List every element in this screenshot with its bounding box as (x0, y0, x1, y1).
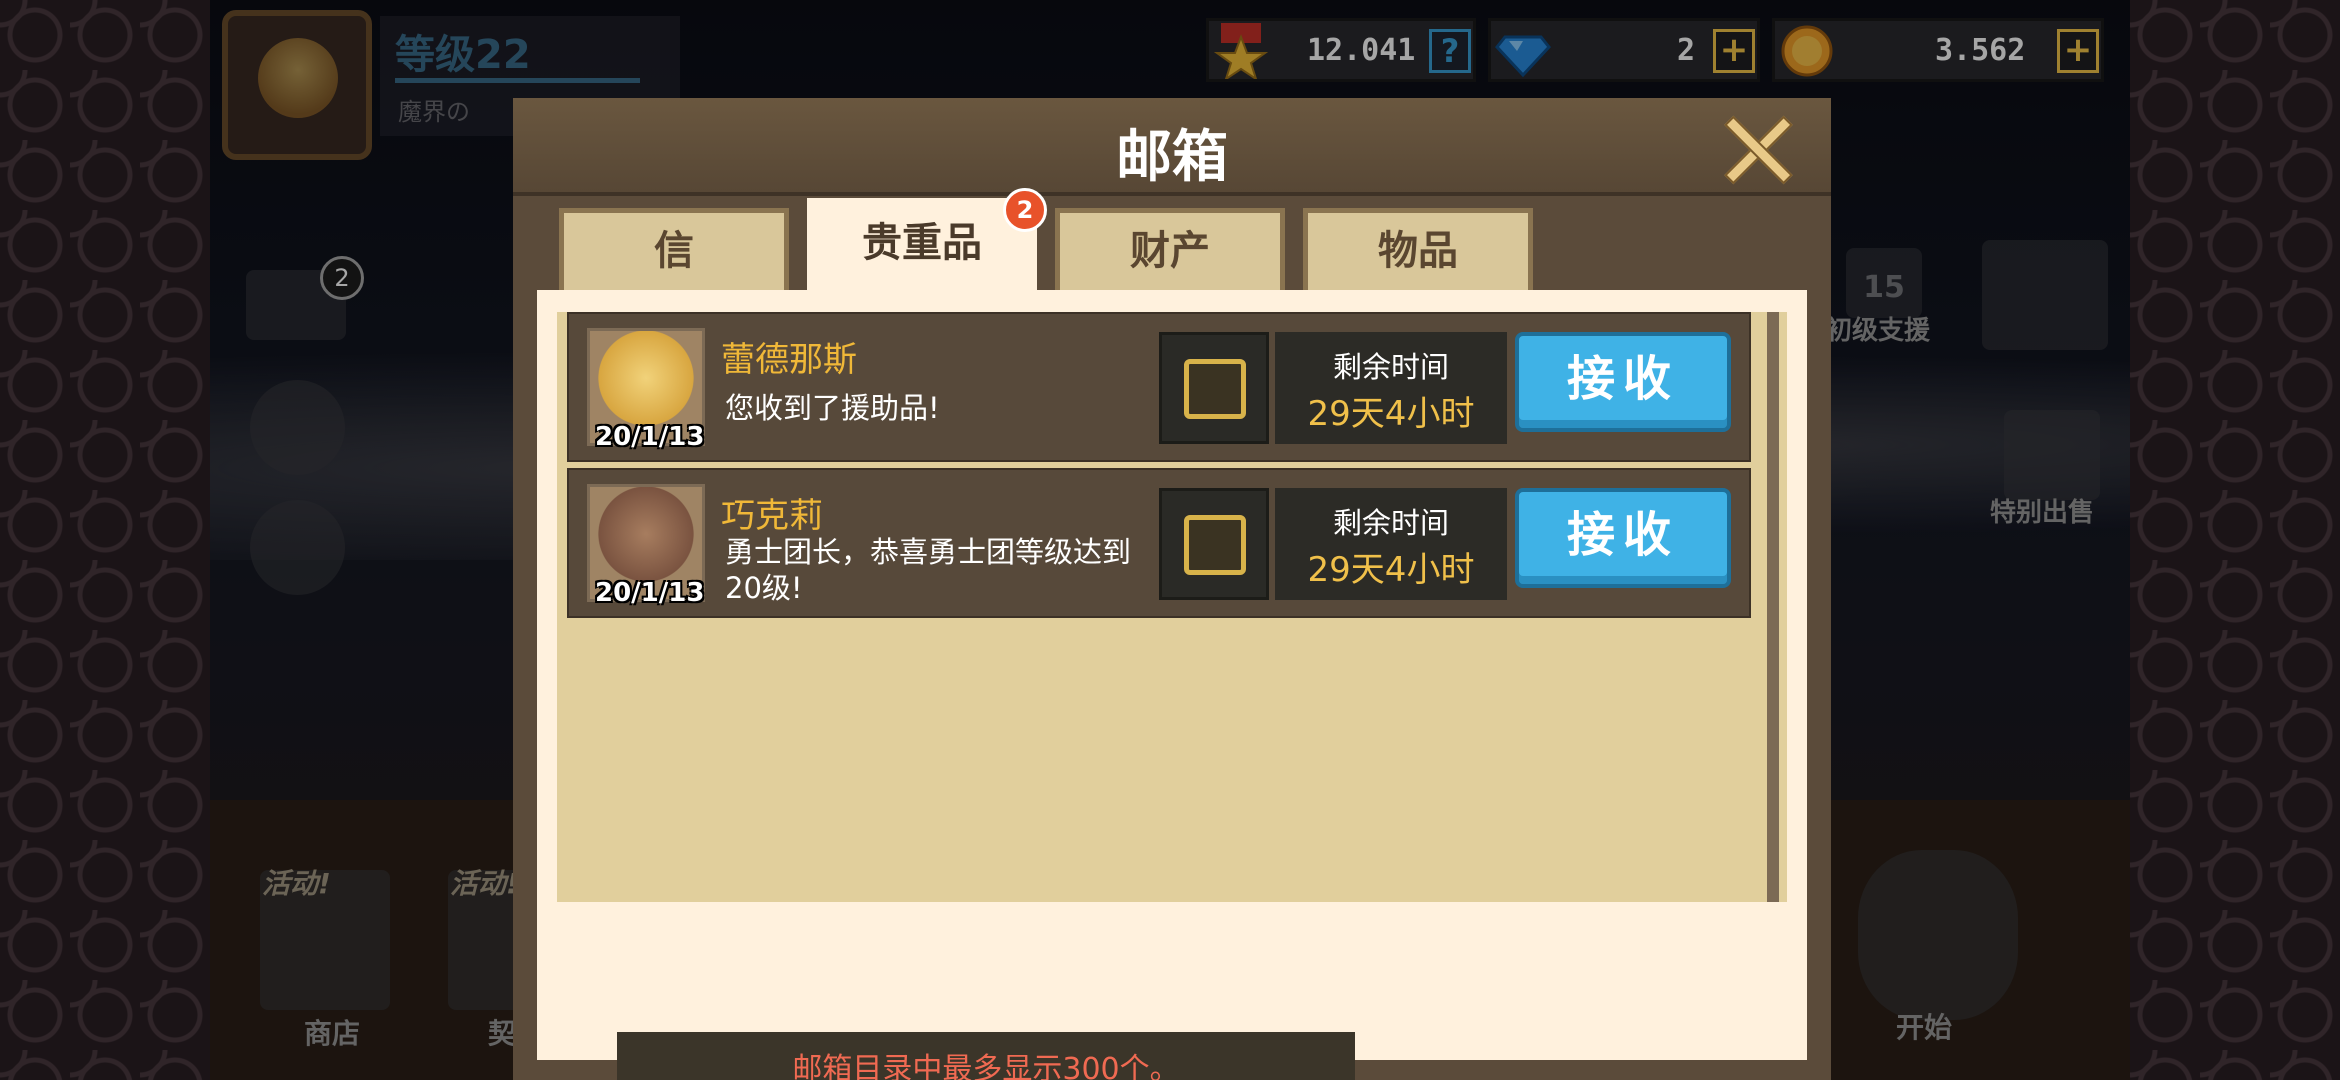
time-remaining-box: 剩余时间 29天4小时 (1275, 332, 1507, 444)
time-label: 剩余时间 (1332, 350, 1449, 384)
list-scrollbar[interactable] (1767, 312, 1779, 902)
mail-date: 20/1/13 (595, 422, 705, 452)
mail-row: 20/1/13 巧克莉 勇士团长，恭喜勇士团等级达到20级! 剩余时间 29天4… (567, 468, 1751, 618)
receive-button[interactable]: 接收 (1515, 332, 1731, 432)
mail-message: 您收到了援助品! (725, 391, 940, 425)
mail-message: 勇士团长，恭喜勇士团等级达到20级! (725, 535, 1132, 605)
mail-content-panel: 20/1/13 蕾德那斯 您收到了援助品! 剩余时间 29天4小时 接收 20/… (537, 290, 1807, 1080)
mail-sender: 巧克莉 (721, 496, 823, 536)
reward-ticket-icon (1159, 332, 1269, 444)
mailbox-limit-notice: 邮箱目录中最多显示300个。 (617, 1032, 1355, 1080)
mail-list: 20/1/13 蕾德那斯 您收到了援助品! 剩余时间 29天4小时 接收 20/… (557, 312, 1787, 902)
close-button[interactable] (1721, 112, 1791, 182)
mail-date: 20/1/13 (595, 578, 705, 608)
time-label: 剩余时间 (1332, 506, 1449, 540)
reward-ticket-icon (1159, 488, 1269, 600)
dialog-header: 邮箱 (513, 98, 1831, 196)
time-value: 29天4小时 (1307, 550, 1475, 590)
receive-button[interactable]: 接收 (1515, 488, 1731, 588)
mail-sender: 蕾德那斯 (721, 340, 857, 380)
tab-items[interactable]: 物品 (1303, 208, 1533, 294)
mailbox-dialog: 邮箱 信 贵重品 2 财产 物品 20/1/13 蕾德那斯 您收到了援助品! 剩… (513, 98, 1831, 1080)
valuables-count-badge: 2 (1003, 188, 1047, 232)
dialog-title: 邮箱 (1116, 125, 1228, 190)
time-value: 29天4小时 (1307, 394, 1475, 434)
time-remaining-box: 剩余时间 29天4小时 (1275, 488, 1507, 600)
mail-row: 20/1/13 蕾德那斯 您收到了援助品! 剩余时间 29天4小时 接收 (567, 312, 1751, 462)
tab-property[interactable]: 财产 (1055, 208, 1285, 294)
tab-letters[interactable]: 信 (559, 208, 789, 294)
